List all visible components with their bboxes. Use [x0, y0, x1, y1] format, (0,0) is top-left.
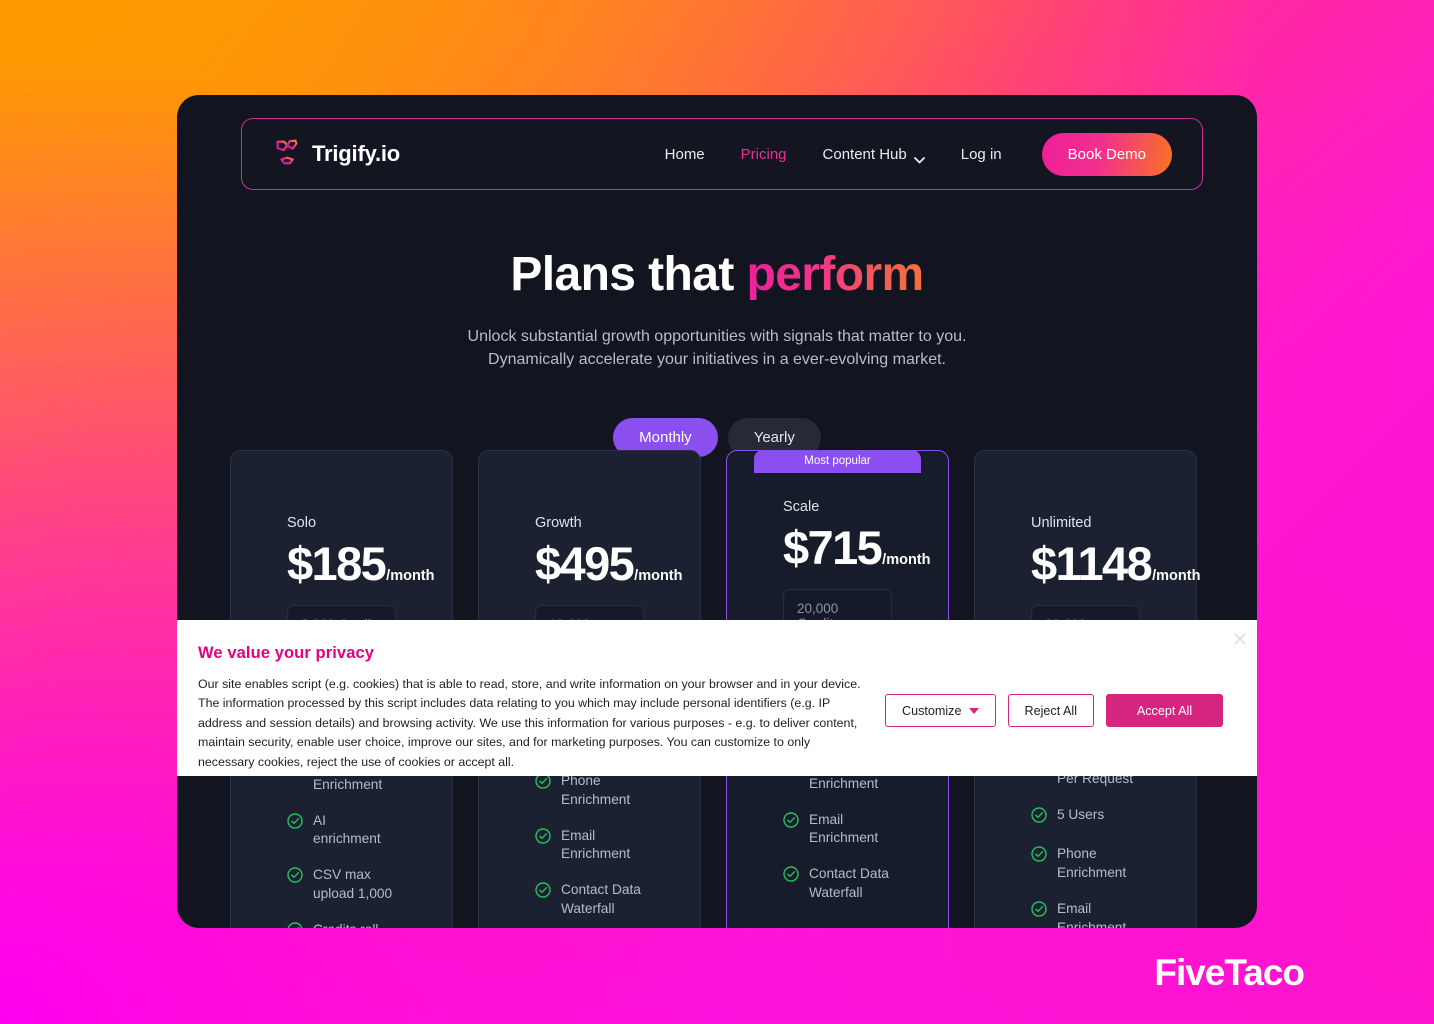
check-circle-icon — [287, 922, 303, 928]
list-item: CSV max upload 1,000 — [287, 866, 396, 904]
check-circle-icon — [535, 882, 551, 904]
feature-label: Email Enrichment — [1057, 901, 1127, 928]
cookie-banner-actions: Customize Reject All Accept All — [885, 694, 1223, 727]
page-title: Plans that perform — [177, 247, 1257, 302]
cookie-banner-body: Our site enables script (e.g. cookies) t… — [198, 677, 861, 769]
trigify-pinwheel-icon — [272, 137, 302, 172]
book-demo-button[interactable]: Book Demo — [1041, 132, 1172, 176]
chevron-down-icon — [913, 151, 925, 163]
nav-link-login[interactable]: Log in — [943, 138, 1020, 171]
plan-name: Solo — [287, 515, 317, 531]
check-circle-icon — [287, 867, 303, 889]
feature-label: Email Enrichment — [809, 811, 879, 846]
feature-label: Email Enrichment — [561, 827, 631, 862]
list-item: Email Enrichment — [783, 811, 892, 849]
site-navbar: Trigify.io Home Pricing Content Hub Log … — [241, 118, 1203, 190]
check-circle-icon — [783, 811, 799, 834]
list-item: Contact Data Waterfall — [535, 881, 644, 919]
accept-all-button[interactable]: Accept All — [1106, 694, 1223, 727]
plan-price: $185 — [287, 537, 387, 590]
list-item: Email Enrichment — [535, 827, 644, 865]
check-circle-icon — [535, 827, 551, 850]
nav-link-content-hub-label: Content Hub — [822, 145, 907, 163]
hero-subtitle: Unlock substantial growth opportunities … — [177, 326, 1257, 371]
customize-cookies-button[interactable]: Customize — [885, 694, 996, 727]
cookie-consent-banner: We value your privacy Our site enables s… — [177, 620, 1257, 776]
feature-label: Phone Enrichment — [561, 772, 631, 807]
check-circle-icon — [1031, 806, 1047, 829]
plan-price: $1148 — [1031, 537, 1153, 590]
customize-cookies-label: Customize — [902, 703, 962, 718]
nav-link-content-hub[interactable]: Content Hub — [805, 138, 943, 171]
caret-down-icon — [968, 707, 979, 714]
plan-name: Growth — [535, 515, 582, 531]
list-item: Phone Enrichment — [1031, 845, 1140, 883]
reject-all-button[interactable]: Reject All — [1007, 694, 1094, 727]
plan-price: $495 — [535, 537, 635, 590]
plan-period: /month — [386, 568, 435, 584]
feature-label: Credits roll over — [313, 921, 396, 928]
list-item: Email Enrichment — [1031, 900, 1140, 928]
fivetaco-watermark: FiveTaco — [1154, 952, 1305, 993]
page-title-plain: Plans that — [510, 248, 747, 301]
feature-label: Contact Data Waterfall — [809, 866, 889, 901]
plan-period: /month — [634, 568, 683, 584]
list-item: AI enrichment — [287, 812, 396, 850]
cookie-banner-title: We value your privacy — [198, 644, 375, 662]
hero-subtitle-line1: Unlock substantial growth opportunities … — [467, 328, 967, 345]
cookie-text-block: We value your privacy Our site enables s… — [198, 644, 867, 772]
plan-price-row: $715 /month — [783, 520, 931, 575]
plan-name: Scale — [783, 499, 820, 515]
browser-window: Trigify.io Home Pricing Content Hub Log … — [177, 95, 1257, 928]
feature-label: 5 Users — [1057, 806, 1105, 822]
plan-price-row: $495 /month — [535, 536, 683, 591]
feature-label: Phone Enrichment — [1057, 846, 1127, 881]
list-item: Phone Enrichment — [535, 772, 644, 810]
plan-price-row: $1148 /month — [1031, 536, 1200, 591]
check-circle-icon — [287, 812, 303, 835]
hero-subtitle-line2: Dynamically accelerate your initiatives … — [488, 350, 946, 368]
nav-link-pricing[interactable]: Pricing — [723, 138, 805, 171]
check-circle-icon — [1031, 901, 1047, 923]
feature-label: Contact Data Waterfall — [561, 882, 641, 917]
nav-link-home[interactable]: Home — [647, 138, 723, 171]
plan-price: $715 — [783, 521, 883, 574]
check-circle-icon — [535, 773, 551, 795]
plan-period: /month — [882, 552, 931, 568]
list-item: 5 Users — [1031, 806, 1140, 829]
plan-name: Unlimited — [1031, 515, 1092, 531]
check-circle-icon — [783, 866, 799, 888]
plan-period: /month — [1152, 568, 1201, 584]
status-badge: Most popular — [754, 450, 921, 473]
list-item: Credits roll over — [287, 921, 396, 928]
feature-label: AI enrichment — [313, 812, 381, 847]
list-item: Contact Data Waterfall — [783, 865, 892, 903]
brand-name: Trigify.io — [312, 141, 401, 166]
check-circle-icon — [1031, 846, 1047, 868]
nav-links: Home Pricing Content Hub Log in Book Dem… — [647, 132, 1172, 176]
page-title-accent: perform — [746, 248, 924, 301]
brand-logo[interactable]: Trigify.io — [272, 137, 400, 172]
hero-section: Plans that perform Unlock substantial gr… — [177, 247, 1257, 371]
feature-label: CSV max upload 1,000 — [313, 867, 393, 902]
plan-price-row: $185 /month — [287, 536, 435, 591]
close-icon[interactable] — [1233, 632, 1247, 646]
